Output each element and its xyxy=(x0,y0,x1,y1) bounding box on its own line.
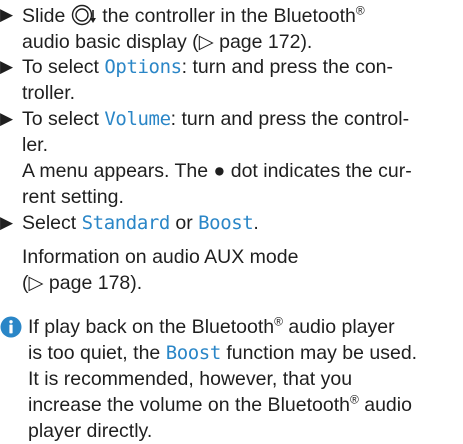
step-text: Select Standard or Boost. Information on… xyxy=(22,212,299,294)
step-text-part: the controller in the Bluetooth xyxy=(102,5,356,27)
info-text-part: It is recommended, however, that you xyxy=(28,368,353,390)
page-reference[interactable]: page 172). xyxy=(219,31,312,53)
ui-label-boost: Boost xyxy=(165,342,222,364)
step-text: To select Options: turn and press the co… xyxy=(22,54,455,106)
step-note: A menu appears. The xyxy=(22,160,209,182)
registered-mark: ® xyxy=(274,314,283,329)
info-text-part: function may be used. xyxy=(226,342,418,364)
step-text-part: audio basic display ( xyxy=(22,31,199,53)
step-text-part: troller. xyxy=(22,82,76,104)
ui-label-boost: Boost xyxy=(198,212,254,234)
step-text-part: : turn and press the control- xyxy=(170,108,410,130)
page-reference[interactable]: page 178). xyxy=(49,272,142,294)
info-text-part: increase the volume on the Bluetooth xyxy=(28,394,350,416)
step-select-standard-boost: ▶ Select Standard or Boost. Information … xyxy=(0,210,455,296)
step-note: dot indicates the cur- xyxy=(230,160,412,182)
step-note: Information on audio AUX mode xyxy=(22,246,299,268)
info-text: If play back on the Bluetooth® audio pla… xyxy=(28,314,455,444)
step-select-options: ▶ To select Options: turn and press the … xyxy=(0,54,455,106)
step-note: rent setting. xyxy=(22,186,124,208)
ui-label-options: Options xyxy=(104,56,182,78)
step-text-part: ler. xyxy=(22,134,49,156)
step-text-part: To select xyxy=(22,56,99,78)
step-text-part: . xyxy=(253,212,259,234)
bullet-arrow-icon: ▶ xyxy=(0,109,14,128)
step-text-part: Slide xyxy=(22,5,66,27)
registered-mark: ® xyxy=(349,392,359,407)
step-text-part: or xyxy=(175,212,193,234)
step-text-part: : turn and press the con- xyxy=(181,56,394,78)
info-text-part: audio player xyxy=(288,316,395,338)
info-text-part: is too quiet, the xyxy=(28,342,161,364)
dot-icon: ● xyxy=(213,160,226,182)
registered-mark: ® xyxy=(355,3,365,18)
step-slide-controller: ▶ Slide the controller in the Bluetooth®… xyxy=(0,2,455,55)
manual-page: ▶ Slide the controller in the Bluetooth®… xyxy=(0,0,463,443)
step-text: Slide the controller in the Bluetooth® a… xyxy=(22,2,455,55)
step-select-volume: ▶ To select Volume: turn and press the c… xyxy=(0,106,455,210)
info-text-part: player directly. xyxy=(28,420,153,442)
controller-slide-down-icon xyxy=(71,4,96,26)
info-text-part: audio xyxy=(364,394,412,416)
ui-label-volume: Volume xyxy=(104,108,171,130)
bullet-arrow-icon: ▶ xyxy=(0,5,14,24)
step-text: To select Volume: turn and press the con… xyxy=(22,106,455,210)
bullet-arrow-icon: ▶ xyxy=(0,213,14,232)
page-ref-arrow-icon: ▷ xyxy=(198,31,214,53)
info-icon xyxy=(0,316,22,338)
bullet-arrow-icon: ▶ xyxy=(0,57,14,76)
page-ref-arrow-icon: ▷ xyxy=(28,272,44,294)
step-text-part: To select xyxy=(22,108,99,130)
info-text-part: If play back on the Bluetooth xyxy=(28,316,275,338)
info-note: If play back on the Bluetooth® audio pla… xyxy=(0,314,455,444)
ui-label-standard: Standard xyxy=(81,212,171,234)
step-text-part: Select xyxy=(22,212,77,234)
